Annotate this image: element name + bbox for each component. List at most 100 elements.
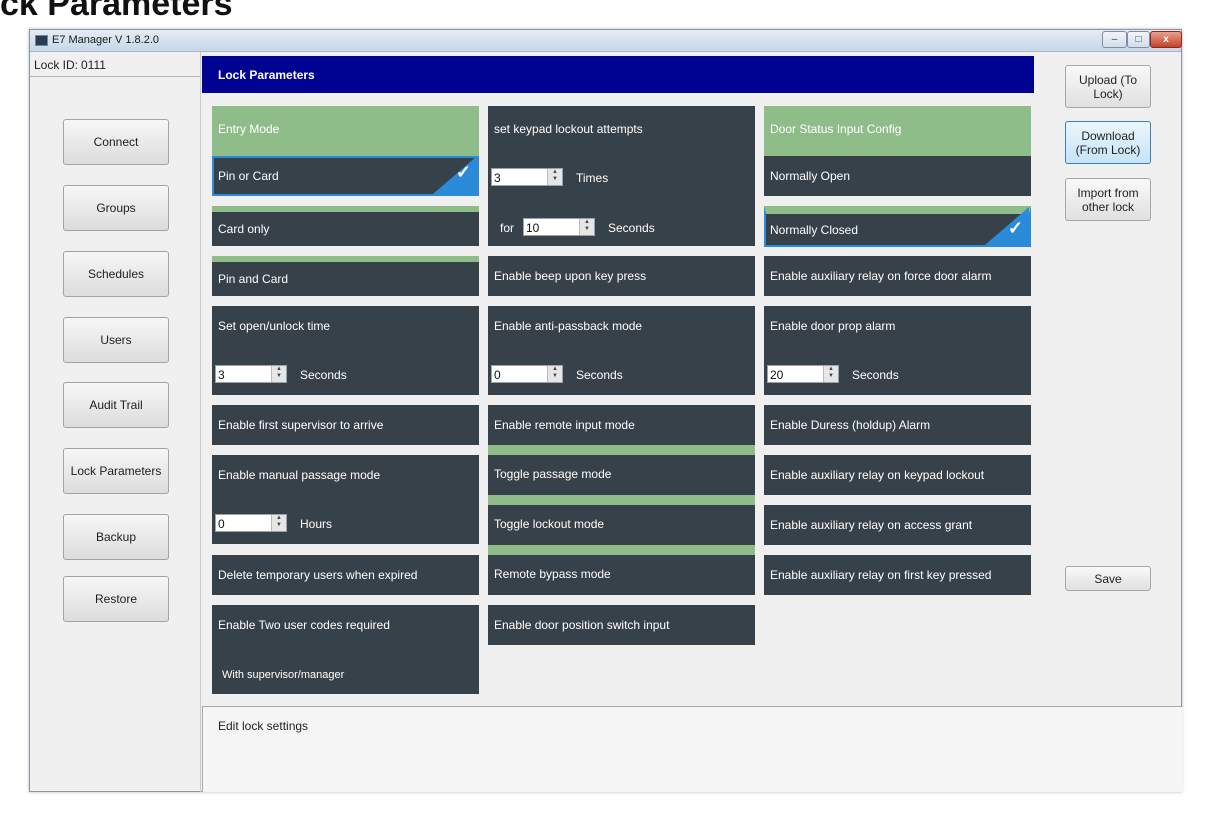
status-panel: Edit lock settings (202, 706, 1183, 792)
nav-schedules-button[interactable]: Schedules (63, 251, 169, 297)
normally-closed-label: Normally Closed (770, 223, 859, 237)
manual-passage-unit: Hours (300, 517, 333, 531)
door-status-heading: Door Status Input Config (764, 106, 1031, 156)
aux-access-grant-label: Enable auxiliary relay on access grant (770, 518, 973, 532)
lockout-seconds-input[interactable]: 10 ▲ ▼ (523, 218, 595, 236)
two-user-codes-label: Enable Two user codes required (218, 618, 390, 632)
keypad-lockout-tile: set keypad lockout attempts 3 ▲ ▼ Times f… (488, 106, 755, 246)
nav-users-button[interactable]: Users (63, 317, 169, 363)
open-time-tile: Set open/unlock time 3 ▲ ▼ Seconds (212, 306, 479, 395)
import-button[interactable]: Import from other lock (1065, 178, 1151, 221)
toggle-lockout-mode[interactable]: Toggle lockout mode (488, 495, 755, 545)
checkmark-icon: ✓ (1007, 218, 1023, 238)
first-supervisor-label: Enable first supervisor to arrive (218, 418, 384, 432)
lock-id-value: 0111 (81, 58, 106, 72)
app-icon (35, 35, 48, 46)
close-button[interactable]: x (1150, 31, 1182, 48)
aux-keypad-lockout-label: Enable auxiliary relay on keypad lockout (770, 468, 985, 482)
door-prop-value: 20 (770, 368, 784, 382)
anti-passback-label: Enable anti-passback mode (494, 319, 643, 333)
door-prop-unit: Seconds (852, 368, 899, 382)
pin-and-card-label: Pin and Card (218, 272, 289, 286)
nav-groups-button[interactable]: Groups (63, 185, 169, 231)
entry-mode-pin-or-card[interactable]: Pin or Card ✓ (212, 156, 479, 196)
spinner-arrows-icon[interactable]: ▲ ▼ (271, 366, 286, 382)
normally-open-label: Normally Open (770, 169, 851, 183)
lockout-attempts-unit: Times (576, 171, 609, 185)
two-user-codes-sublabel: With supervisor/manager (222, 669, 345, 681)
duress-alarm-toggle[interactable]: Enable Duress (holdup) Alarm (764, 405, 1031, 445)
minimize-button[interactable]: – (1102, 31, 1127, 48)
anti-passback-tile[interactable]: Enable anti-passback mode 0 ▲ ▼ Seconds (488, 306, 755, 395)
nav-backup-button[interactable]: Backup (63, 514, 169, 560)
toggle-passage-mode[interactable]: Toggle passage mode (488, 445, 755, 495)
nav-restore-button[interactable]: Restore (63, 576, 169, 622)
door-status-normally-open[interactable]: Normally Open (764, 156, 1031, 196)
remote-bypass-mode[interactable]: Remote bypass mode (488, 545, 755, 595)
door-status-label: Door Status Input Config (770, 122, 902, 136)
lockout-attempts-value: 3 (494, 171, 501, 185)
aux-first-key-label: Enable auxiliary relay on first key pres… (770, 568, 992, 582)
beep-toggle[interactable]: Enable beep upon key press (488, 256, 755, 296)
anti-passback-value: 0 (494, 368, 501, 382)
main-header: Lock Parameters (202, 56, 1034, 93)
entry-mode-card-only[interactable]: Card only (212, 206, 479, 246)
nav-lock-parameters-button[interactable]: Lock Parameters (63, 448, 169, 494)
checkmark-icon: ✓ (455, 162, 471, 182)
entry-mode-pin-and-card[interactable]: Pin and Card (212, 256, 479, 296)
lockout-for-label: for (500, 221, 515, 235)
nav-connect-button[interactable]: Connect (63, 119, 169, 165)
open-time-value: 3 (218, 368, 225, 382)
manual-passage-tile[interactable]: Enable manual passage mode 0 ▲ ▼ Hours (212, 455, 479, 544)
card-only-label: Card only (218, 222, 270, 236)
aux-force-door-label: Enable auxiliary relay on force door ala… (770, 269, 992, 283)
lockout-seconds-unit: Seconds (608, 221, 655, 235)
main-header-title: Lock Parameters (218, 68, 315, 82)
lock-id-label: Lock ID: (34, 58, 79, 72)
manual-passage-value: 0 (218, 517, 225, 531)
door-prop-input[interactable]: 20 ▲ ▼ (767, 365, 839, 383)
manual-passage-label: Enable manual passage mode (218, 468, 381, 482)
toggle-passage-label: Toggle passage mode (494, 467, 612, 481)
anti-passback-input[interactable]: 0 ▲ ▼ (491, 365, 563, 383)
door-prop-tile[interactable]: Enable door prop alarm 20 ▲ ▼ Seconds (764, 306, 1031, 395)
aux-first-key-toggle[interactable]: Enable auxiliary relay on first key pres… (764, 555, 1031, 595)
lockout-attempts-input[interactable]: 3 ▲ ▼ (491, 168, 563, 186)
manual-passage-input[interactable]: 0 ▲ ▼ (215, 514, 287, 532)
sidebar-divider (200, 52, 201, 792)
spinner-arrows-icon[interactable]: ▲ ▼ (823, 366, 838, 382)
remote-input-toggle[interactable]: Enable remote input mode (488, 405, 755, 445)
lock-id-panel: Lock ID: 0111 (30, 52, 200, 77)
spinner-arrows-icon[interactable]: ▲ ▼ (547, 169, 562, 185)
delete-temp-users-toggle[interactable]: Delete temporary users when expired (212, 555, 479, 595)
aux-force-door-toggle[interactable]: Enable auxiliary relay on force door ala… (764, 256, 1031, 296)
open-time-input[interactable]: 3 ▲ ▼ (215, 365, 287, 383)
spinner-arrows-icon[interactable]: ▲ ▼ (547, 366, 562, 382)
anti-passback-unit: Seconds (576, 368, 623, 382)
nav-audit-trail-button[interactable]: Audit Trail (63, 382, 169, 428)
door-switch-toggle[interactable]: Enable door position switch input (488, 605, 755, 645)
window-title: E7 Manager V 1.8.2.0 (52, 34, 160, 46)
aux-access-grant-toggle[interactable]: Enable auxiliary relay on access grant (764, 505, 1031, 545)
spinner-arrows-icon[interactable]: ▲ ▼ (579, 219, 594, 235)
keypad-lockout-label: set keypad lockout attempts (494, 122, 643, 136)
remote-input-label: Enable remote input mode (494, 418, 635, 432)
download-button[interactable]: Download (From Lock) (1065, 121, 1151, 164)
aux-keypad-lockout-toggle[interactable]: Enable auxiliary relay on keypad lockout (764, 455, 1031, 495)
save-button[interactable]: Save (1065, 566, 1151, 591)
door-prop-label: Enable door prop alarm (770, 319, 896, 333)
open-time-label: Set open/unlock time (218, 319, 331, 333)
first-supervisor-toggle[interactable]: Enable first supervisor to arrive (212, 405, 479, 445)
pin-or-card-label: Pin or Card (218, 169, 279, 183)
maximize-button[interactable]: □ (1127, 31, 1150, 48)
two-user-codes-toggle[interactable]: Enable Two user codes required With supe… (212, 605, 479, 694)
status-text: Edit lock settings (218, 719, 309, 733)
page-heading: ck Parameters (0, 0, 233, 23)
upload-button[interactable]: Upload (To Lock) (1065, 65, 1151, 108)
duress-alarm-label: Enable Duress (holdup) Alarm (770, 418, 931, 432)
toggle-lockout-label: Toggle lockout mode (494, 517, 605, 531)
beep-label: Enable beep upon key press (494, 269, 647, 283)
door-status-normally-closed[interactable]: Normally Closed ✓ (764, 206, 1031, 247)
open-time-unit: Seconds (300, 368, 347, 382)
spinner-arrows-icon[interactable]: ▲ ▼ (271, 515, 286, 531)
